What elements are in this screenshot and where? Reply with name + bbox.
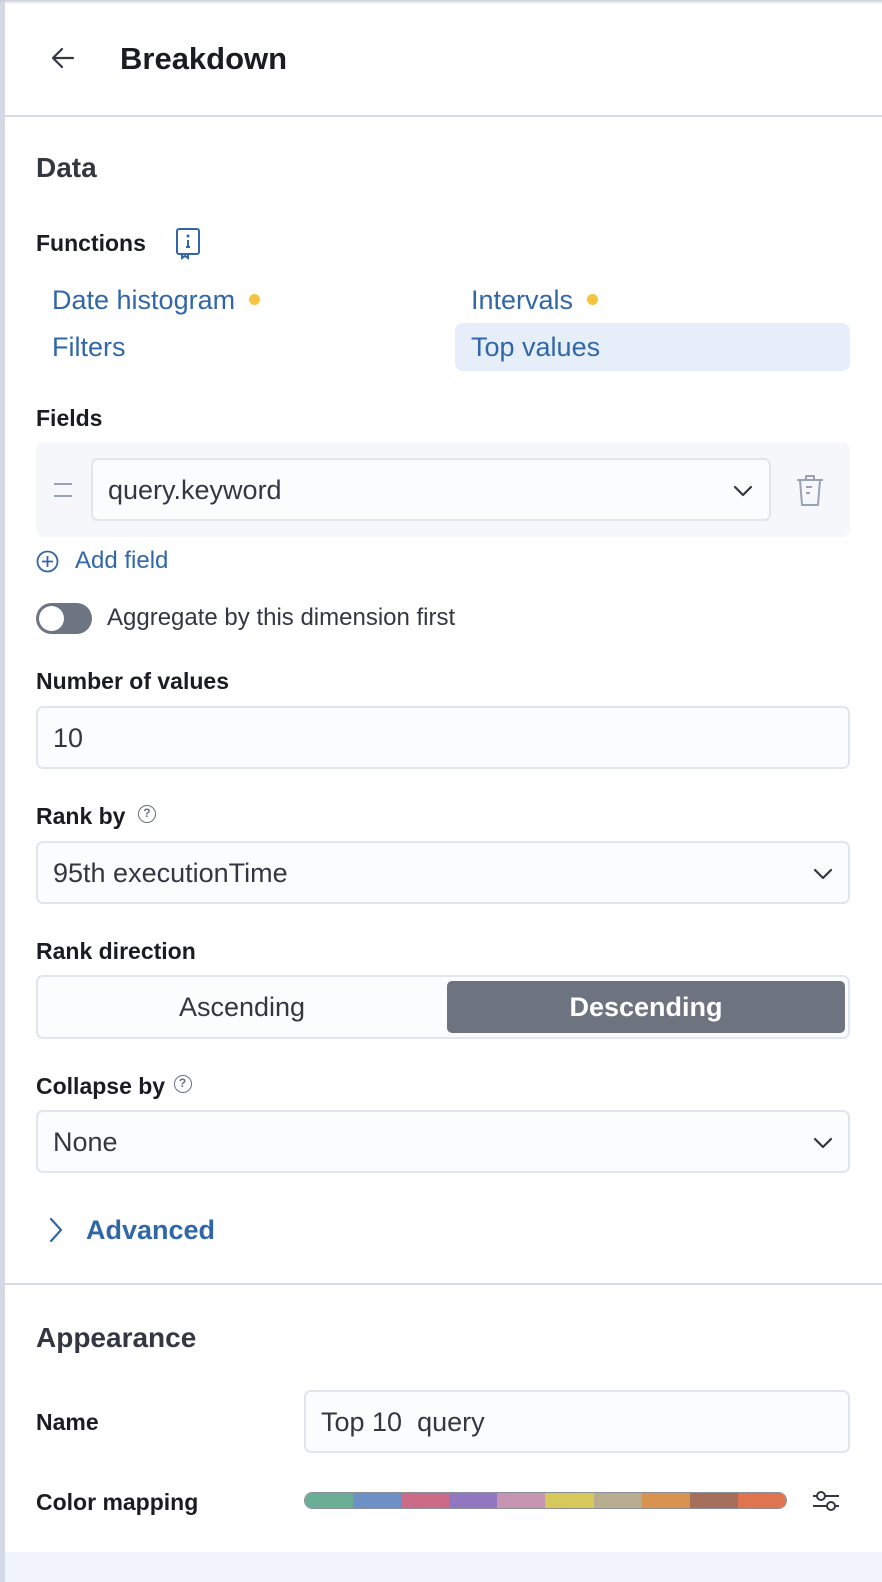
rank-by-label: Rank by (36, 803, 126, 829)
compatibility-dot (249, 294, 261, 306)
name-input-value: Top 10 query (321, 1407, 485, 1437)
add-field-button[interactable]: Add field (36, 546, 168, 576)
field-combobox-value: query.keyword (108, 475, 282, 505)
name-label: Name (36, 1409, 99, 1435)
aggregate-toggle[interactable] (36, 603, 92, 634)
rank-direction-label: Rank direction (36, 938, 196, 964)
color-mapping-label: Color mapping (36, 1489, 199, 1515)
drag-handle-icon[interactable] (54, 483, 72, 497)
sliders-icon[interactable] (810, 1486, 842, 1516)
flyout-header: Breakdown (5, 0, 882, 117)
field-combobox[interactable]: query.keyword (91, 458, 771, 521)
rank-by-value: 95th executionTime (53, 858, 288, 888)
function-top-values[interactable]: Top values (471, 330, 600, 364)
question-icon[interactable]: ? (173, 1075, 192, 1093)
flyout-footer-band (5, 1552, 882, 1582)
function-label: Filters (52, 332, 126, 362)
functions-label: Functions (36, 230, 146, 256)
section-divider (5, 1283, 882, 1285)
palette-swatch (593, 1493, 642, 1508)
palette-swatch (737, 1493, 786, 1508)
add-field-label: Add field (75, 547, 169, 574)
collapse-by-label: Collapse by (36, 1073, 166, 1099)
function-filters[interactable]: Filters (52, 330, 126, 364)
collapse-by-label-row: Collapse by ? (36, 1073, 192, 1100)
rank-by-select[interactable]: 95th executionTime (36, 841, 850, 904)
palette-swatch (545, 1493, 594, 1508)
function-intervals[interactable]: Intervals (471, 283, 599, 317)
rank-direction-ascending[interactable]: Ascending (42, 981, 442, 1033)
question-icon[interactable]: ? (137, 805, 156, 823)
advanced-label: Advanced (86, 1214, 216, 1245)
trash-icon[interactable] (794, 472, 826, 508)
back-button[interactable] (45, 40, 81, 76)
palette-swatch (353, 1493, 402, 1508)
function-label: Date histogram (52, 285, 236, 315)
arrow-left-icon (51, 47, 75, 69)
documentation-book-icon[interactable] (174, 227, 202, 260)
aggregate-toggle-label: Aggregate by this dimension first (107, 604, 456, 631)
palette-swatch (401, 1493, 450, 1508)
chevron-down-icon (813, 1137, 833, 1149)
chevron-down-icon (813, 868, 833, 880)
compatibility-dot (587, 294, 599, 306)
number-of-values-value: 10 (53, 723, 84, 753)
palette-swatch (305, 1493, 354, 1508)
palette-swatch (641, 1493, 690, 1508)
plus-circle-icon (36, 550, 59, 572)
number-of-values-label: Number of values (36, 668, 229, 694)
palette-swatch (497, 1493, 546, 1508)
chevron-down-icon (733, 485, 753, 497)
advanced-accordion-toggle[interactable]: Advanced (48, 1212, 215, 1248)
rank-direction-button-group: Ascending Descending (36, 975, 850, 1039)
rank-direction-descending[interactable]: Descending (447, 981, 845, 1033)
toggle-knob (39, 606, 64, 631)
data-section-title: Data (36, 152, 97, 183)
function-label: Intervals (471, 285, 574, 315)
color-mapping-palette[interactable] (304, 1492, 787, 1509)
chevron-right-icon (49, 1217, 63, 1243)
collapse-by-value: None (53, 1127, 118, 1157)
function-label: Top values (471, 332, 601, 362)
appearance-section-title: Appearance (36, 1322, 197, 1353)
page-title: Breakdown (120, 41, 288, 76)
name-input[interactable]: Top 10 query (304, 1390, 850, 1453)
rank-by-label-row: Rank by ? (36, 803, 156, 830)
palette-swatch (689, 1493, 738, 1508)
number-of-values-input[interactable]: 10 (36, 706, 850, 769)
collapse-by-select[interactable]: None (36, 1110, 850, 1173)
function-date-histogram[interactable]: Date histogram (52, 283, 261, 317)
palette-swatch (449, 1493, 498, 1508)
fields-label: Fields (36, 405, 103, 431)
panel-left-border (0, 0, 5, 1582)
